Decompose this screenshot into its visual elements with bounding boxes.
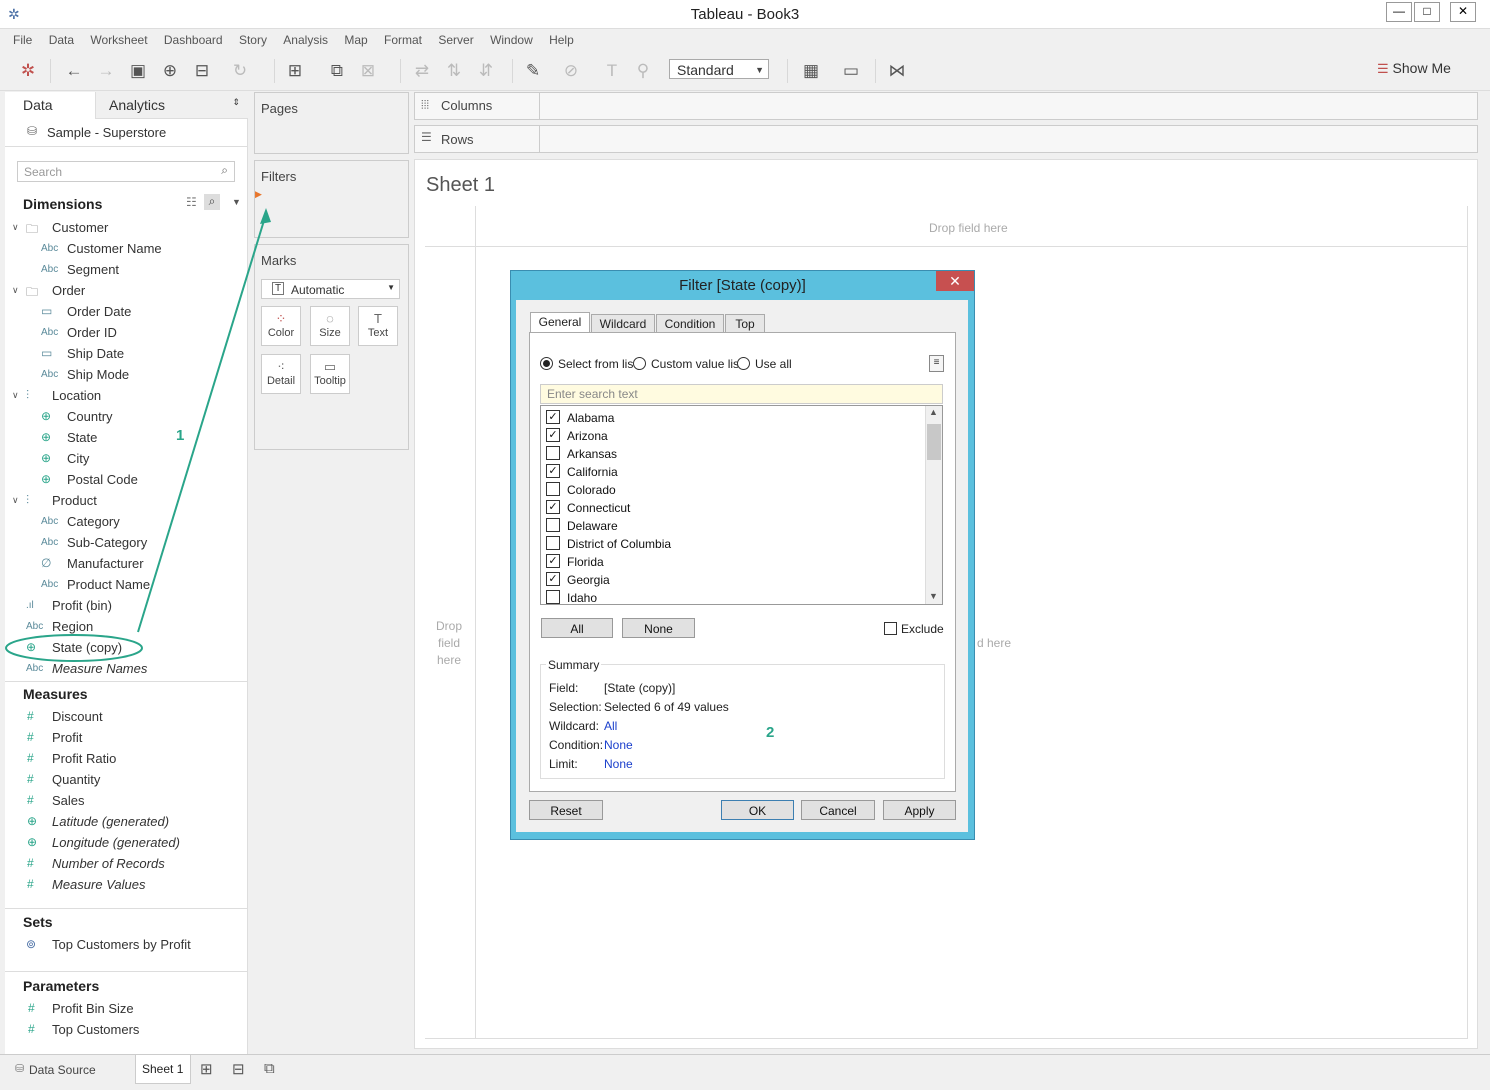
state-checkbox[interactable]: ✓ xyxy=(546,464,560,478)
scroll-down-icon[interactable]: ▼ xyxy=(929,591,938,601)
tab-condition[interactable]: Condition xyxy=(656,314,724,333)
filter-search-placeholder: Enter search text xyxy=(547,387,638,401)
radio-use-all-label: Use all xyxy=(755,357,792,371)
state-checkbox[interactable] xyxy=(546,518,560,532)
state-checkbox[interactable]: ✓ xyxy=(546,554,560,568)
summary-wildcard-label: Wildcard: xyxy=(549,719,600,733)
state-checkbox[interactable] xyxy=(546,446,560,460)
database-icon: ⛁ xyxy=(15,1063,25,1075)
reset-button[interactable]: Reset xyxy=(529,800,603,820)
summary-title: Summary xyxy=(546,658,602,672)
annotation-ellipse xyxy=(5,634,143,662)
select-all-button[interactable]: All xyxy=(541,618,613,638)
state-checkbox[interactable]: ✓ xyxy=(546,410,560,424)
state-label: Delaware xyxy=(567,519,618,533)
state-label: Connecticut xyxy=(567,501,631,515)
summary-selection-label: Selection: xyxy=(549,700,602,714)
state-label: Arkansas xyxy=(567,447,618,461)
state-label: Arizona xyxy=(567,429,608,443)
annotation-arrow-1 xyxy=(137,213,267,633)
apply-button[interactable]: Apply xyxy=(883,800,956,820)
state-label: Idaho xyxy=(567,591,598,605)
tab-data-source[interactable]: ⛁ Data Source xyxy=(5,1055,133,1085)
state-listbox: ✓ Alabama ✓ Arizona Arkansas ✓ California Color… xyxy=(540,405,943,605)
state-label: Colorado xyxy=(567,483,616,497)
state-label: Florida xyxy=(567,555,604,569)
new-worksheet-tab-icon[interactable]: ⊞ xyxy=(200,1060,213,1078)
tab-sheet-1[interactable]: Sheet 1 xyxy=(135,1055,191,1084)
dialog-close-button[interactable]: ✕ xyxy=(936,271,974,291)
state-checkbox[interactable] xyxy=(546,482,560,496)
summary-limit-label: Limit: xyxy=(549,757,578,771)
filter-search-input[interactable]: Enter search text xyxy=(540,384,943,404)
annotation-label-1: 1 xyxy=(176,427,185,444)
state-label: District of Columbia xyxy=(567,537,672,551)
state-label: Georgia xyxy=(567,573,610,587)
dialog-title: Filter [State (copy)] xyxy=(679,277,806,294)
annotation-arrowhead-1 xyxy=(260,208,271,224)
summary-field-label: Field: xyxy=(549,681,579,695)
new-dashboard-tab-icon[interactable]: ⊟ xyxy=(232,1060,245,1078)
select-none-button[interactable]: None xyxy=(622,618,695,638)
state-checkbox[interactable]: ✓ xyxy=(546,428,560,442)
summary-box xyxy=(540,664,945,779)
state-checkbox[interactable] xyxy=(546,590,560,604)
summary-condition-label: Condition: xyxy=(549,738,604,752)
state-checkbox[interactable]: ✓ xyxy=(546,500,560,514)
state-checkbox[interactable]: ✓ xyxy=(546,572,560,586)
tab-wildcard[interactable]: Wildcard xyxy=(591,314,655,333)
summary-condition-link[interactable]: None xyxy=(604,738,633,752)
radio-use-all[interactable] xyxy=(737,357,750,370)
summary-wildcard-link[interactable]: All xyxy=(604,719,617,733)
scroll-thumb[interactable] xyxy=(927,424,941,460)
summary-limit-link[interactable]: None xyxy=(604,757,633,771)
listbox-scrollbar[interactable]: ▲ ▼ xyxy=(925,406,942,604)
tab-top[interactable]: Top xyxy=(725,314,765,333)
tab-general[interactable]: General xyxy=(530,312,590,334)
sheet-tab-bar: ⛁ Data Source Sheet 1 ⊞ ⊟ ⧉ xyxy=(0,1054,1490,1090)
radio-custom-value-list-label: Custom value list xyxy=(651,357,743,371)
radio-select-from-list-label: Select from list xyxy=(558,357,637,371)
tab-sheet-1-label: Sheet 1 xyxy=(142,1062,184,1076)
cancel-button[interactable]: Cancel xyxy=(801,800,875,820)
radio-select-from-list[interactable] xyxy=(540,357,553,370)
state-label: Alabama xyxy=(567,411,615,425)
scroll-up-icon[interactable]: ▲ xyxy=(929,407,938,417)
list-options-icon[interactable]: ≡ xyxy=(929,355,944,372)
summary-field-value: [State (copy)] xyxy=(604,681,676,695)
exclude-checkbox[interactable] xyxy=(884,622,897,635)
state-checkbox[interactable] xyxy=(546,536,560,550)
new-story-tab-icon[interactable]: ⧉ xyxy=(264,1060,275,1077)
ok-button[interactable]: OK xyxy=(721,800,794,820)
state-label: California xyxy=(567,465,618,479)
radio-custom-value-list[interactable] xyxy=(633,357,646,370)
exclude-label: Exclude xyxy=(901,622,944,636)
summary-selection-value: Selected 6 of 49 values xyxy=(604,700,729,714)
annotation-label-2: 2 xyxy=(766,724,775,741)
tab-data-source-label: Data Source xyxy=(29,1063,96,1077)
